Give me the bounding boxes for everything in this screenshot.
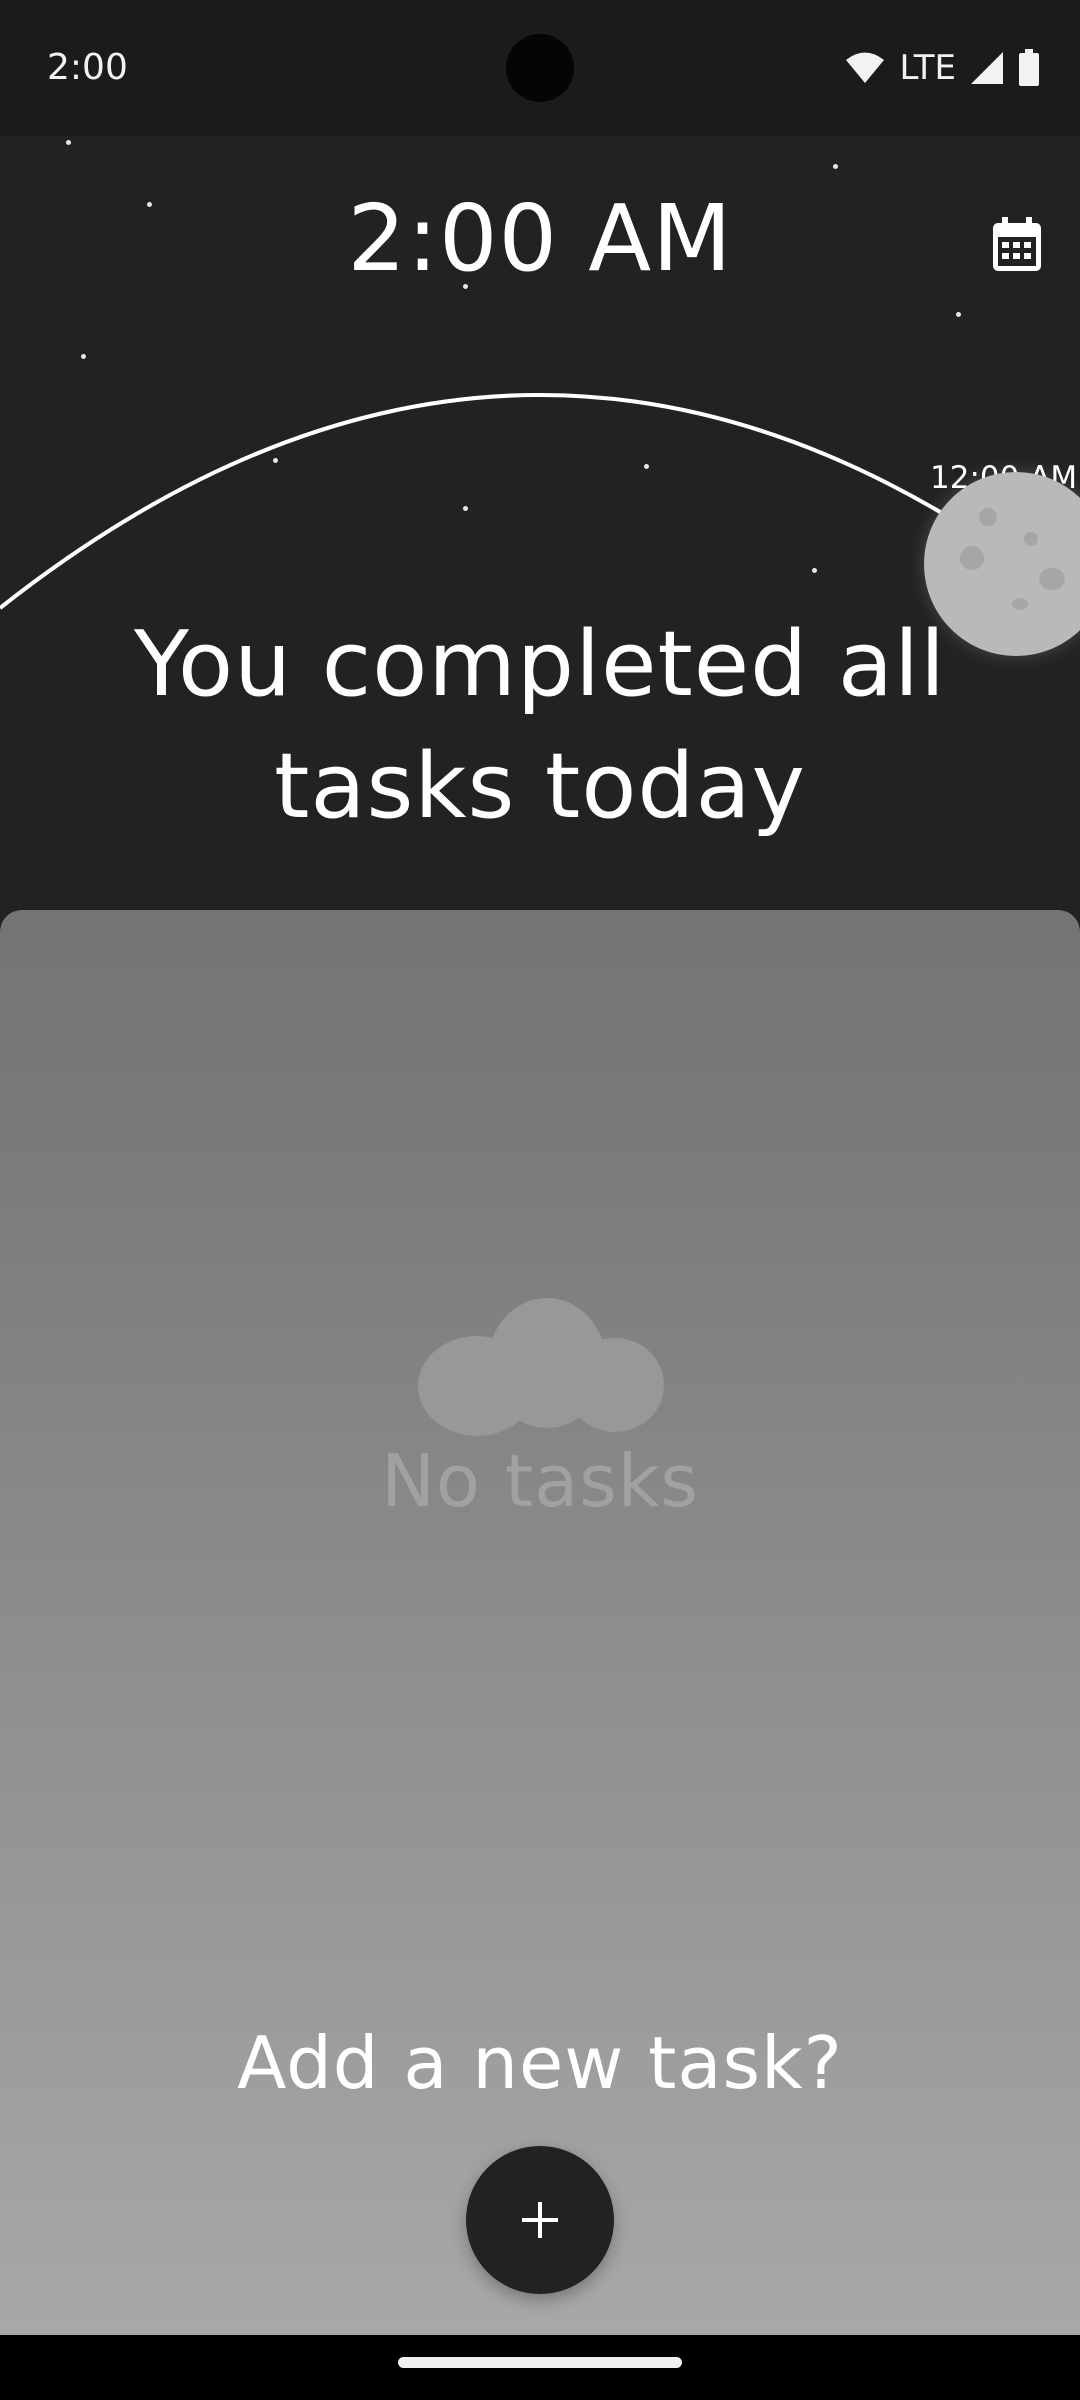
network-type-label: LTE bbox=[899, 48, 956, 88]
moon-crater bbox=[979, 508, 997, 526]
add-task-button[interactable] bbox=[466, 2146, 614, 2294]
wifi-icon bbox=[846, 52, 885, 83]
moon-crater bbox=[1012, 598, 1028, 610]
cloud-icon bbox=[418, 1298, 664, 1436]
signal-icon bbox=[971, 52, 1003, 84]
completion-message: You completed all tasks today bbox=[133, 612, 946, 839]
moon-crater bbox=[960, 546, 984, 570]
camera-cutout bbox=[506, 34, 574, 102]
calendar-button[interactable] bbox=[982, 210, 1052, 280]
moon-crater bbox=[1039, 568, 1065, 590]
battery-icon bbox=[1019, 49, 1039, 86]
status-icons: LTE bbox=[845, 44, 1040, 92]
calendar-icon bbox=[993, 217, 1041, 271]
cloud-part bbox=[566, 1338, 664, 1432]
empty-state-label: No tasks bbox=[381, 1439, 699, 1523]
status-time: 2:00 bbox=[47, 47, 128, 88]
plus-icon bbox=[522, 2202, 558, 2238]
moon-crater bbox=[1024, 532, 1038, 546]
status-bar: 2:00 LTE bbox=[0, 0, 1080, 136]
task-panel: No tasks Add a new task? bbox=[0, 910, 1080, 2335]
navigation-bar bbox=[0, 2335, 1080, 2400]
current-time-title: 2:00 AM bbox=[347, 185, 733, 292]
add-task-prompt: Add a new task? bbox=[237, 2021, 843, 2105]
home-gesture-handle[interactable] bbox=[398, 2357, 682, 2368]
app-screen: 2:00 LTE 2:00 AM You completed all tasks… bbox=[0, 0, 1080, 2400]
